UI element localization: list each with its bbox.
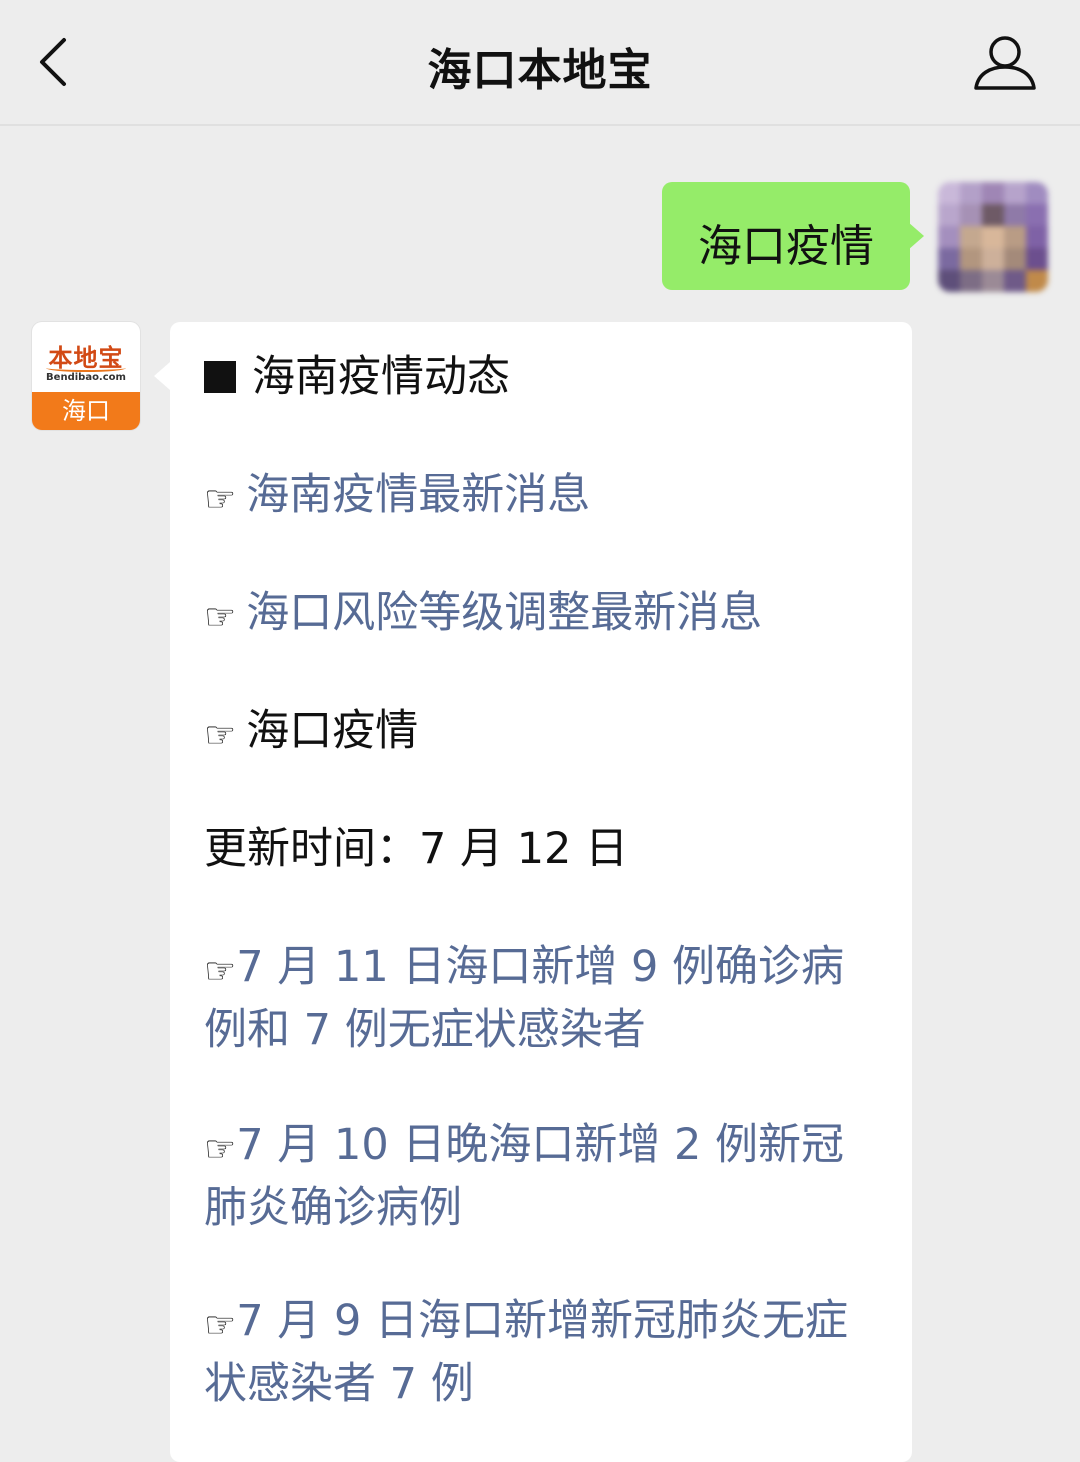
news-link-july-10[interactable]: ☞7 月 10 日晚海口新增 2 例新冠肺炎确诊病例 [204,1116,884,1237]
avatar-city-label: 海口 [32,392,140,430]
news-text: 7 月 9 日海口新增新冠肺炎无症状感染者 7 例 [204,1296,849,1409]
news-link-july-9[interactable]: ☞7 月 9 日海口新增新冠肺炎无症状感染者 7 例 [204,1292,884,1413]
news-text: 7 月 10 日晚海口新增 2 例新冠肺炎确诊病例 [204,1120,845,1233]
pointing-hand-icon: ☞ [204,951,237,992]
outgoing-message-text: 海口疫情 [698,221,874,272]
update-time: 更新时间：7 月 12 日 [204,824,629,874]
avatar-domain-text: Bendibao.com [46,372,126,383]
navigation-bar: 海口本地宝 [0,0,1080,126]
official-account-avatar[interactable]: 本地宝 Bendibao.com 海口 [32,322,140,430]
chat-title: 海口本地宝 [427,45,653,96]
link-hainan-latest[interactable]: ☞ 海南疫情最新消息 [204,466,884,529]
pointing-hand-icon: ☞ [204,597,237,638]
reply-message-bubble: 海南疫情动态 ☞ 海南疫情最新消息 ☞ 海口风险等级调整最新消息 ☞ 海口疫情 更新时… [154,322,912,1462]
black-square-icon [204,361,236,393]
pointing-hand-icon: ☞ [204,479,237,520]
pointing-hand-icon: ☞ [204,1129,237,1170]
profile-icon[interactable] [972,34,1038,92]
pointing-hand-icon: ☞ [204,715,237,756]
news-link-july-11[interactable]: ☞7 月 11 日海口新增 9 例确诊病例和 7 例无症状感染者 [204,938,884,1059]
reply-heading: 海南疫情动态 [204,348,884,406]
news-text: 7 月 11 日海口新增 9 例确诊病例和 7 例无症状感染者 [204,942,845,1055]
link-haikou-risk-level[interactable]: ☞ 海口风险等级调整最新消息 [204,584,884,647]
pointing-hand-icon: ☞ [204,1305,237,1346]
link-text: 海口风险等级调整最新消息 [246,588,763,638]
haikou-epidemic-label: ☞ 海口疫情 [204,702,884,765]
plain-text: 海口疫情 [246,706,419,756]
reply-heading-text: 海南疫情动态 [252,352,510,402]
link-text: 海南疫情最新消息 [246,470,591,520]
avatar-logo-swoosh [46,364,126,372]
outgoing-message-bubble[interactable]: 海口疫情 [662,182,924,290]
user-avatar[interactable] [938,182,1048,292]
